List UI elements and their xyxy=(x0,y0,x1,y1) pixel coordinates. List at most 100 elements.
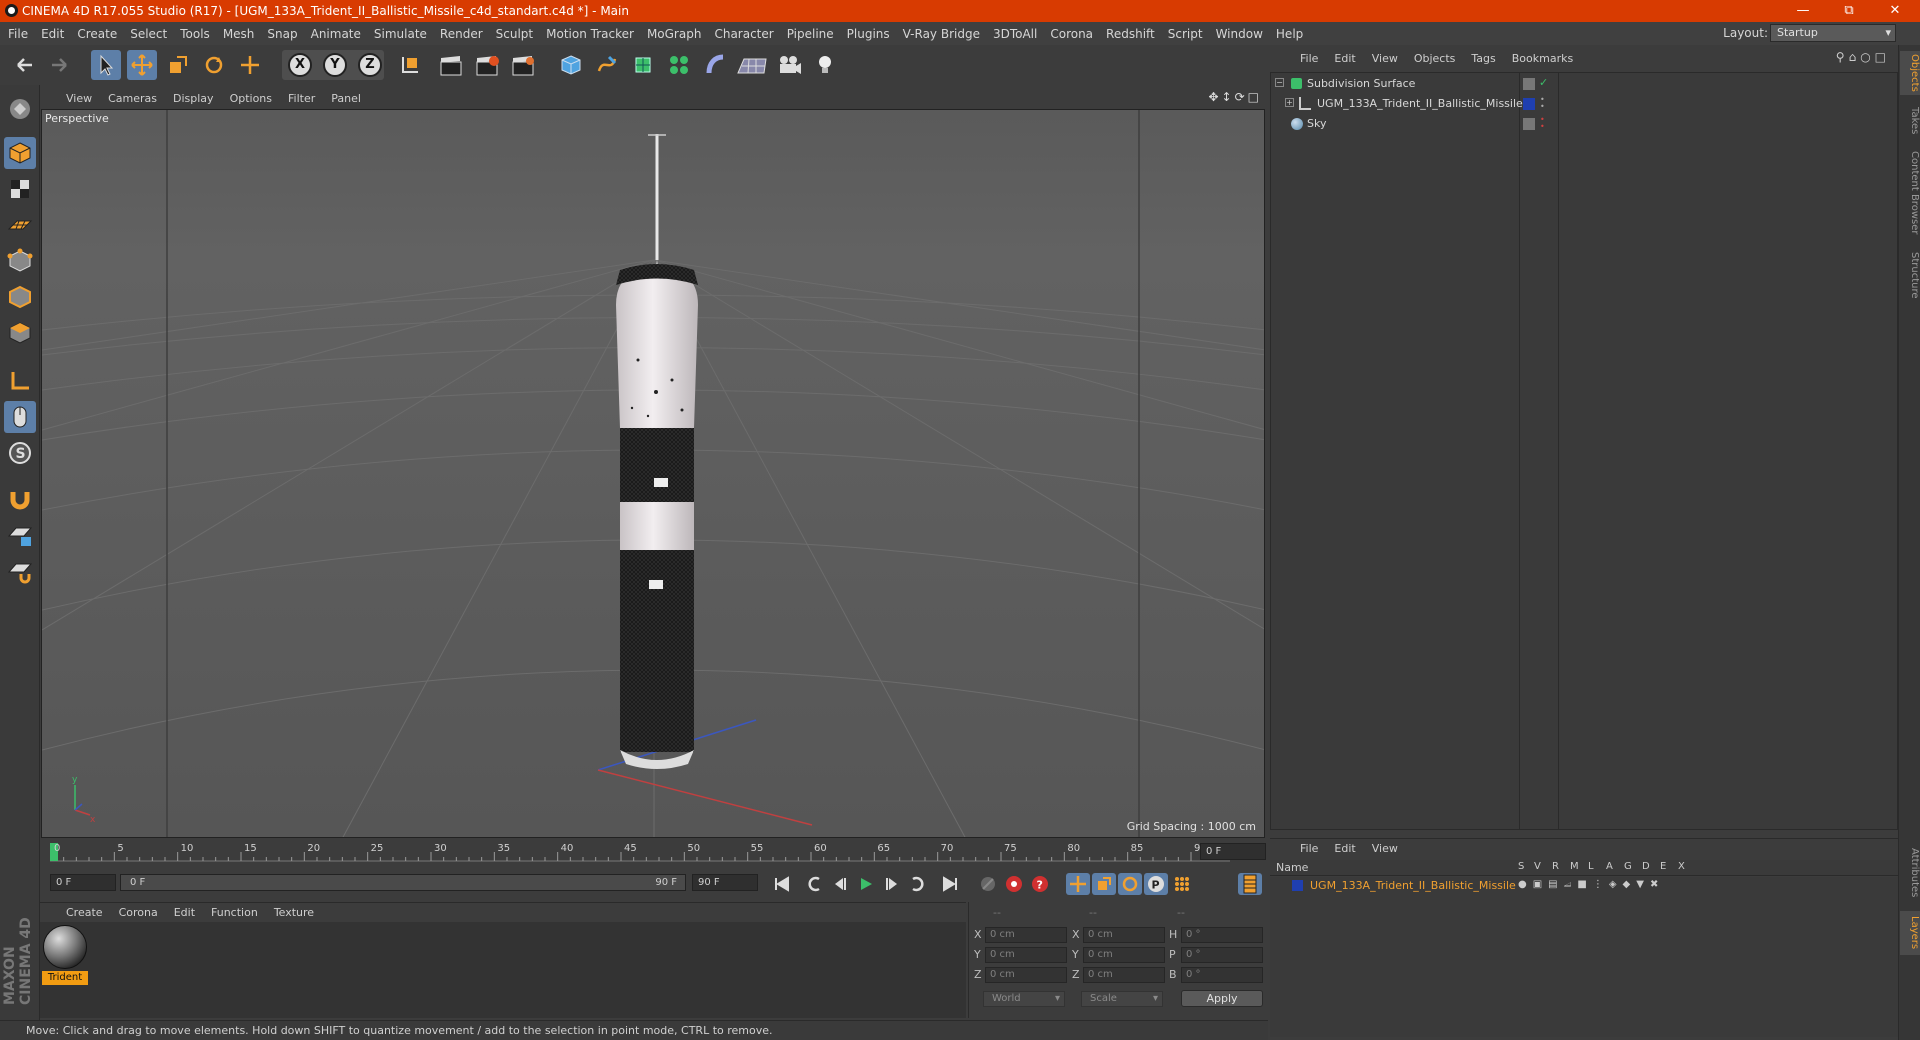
key-scale-button[interactable] xyxy=(1092,873,1116,895)
menu-mograph[interactable]: MoGraph xyxy=(647,27,702,41)
menu-vray-bridge[interactable]: V-Ray Bridge xyxy=(903,27,980,41)
viewport-menu-options[interactable]: Options xyxy=(230,92,272,105)
transform-mode-select[interactable]: Scale ▾ xyxy=(1081,991,1163,1007)
menu-mesh[interactable]: Mesh xyxy=(223,27,255,41)
x-axis-button[interactable]: X xyxy=(285,50,315,80)
menu-tools[interactable]: Tools xyxy=(180,27,210,41)
om-menu-bookmarks[interactable]: Bookmarks xyxy=(1512,52,1573,65)
menu-select[interactable]: Select xyxy=(130,27,167,41)
apply-button[interactable]: Apply xyxy=(1181,990,1263,1007)
locked-workplane-button[interactable] xyxy=(4,519,36,551)
layer-color-swatch[interactable] xyxy=(1523,98,1535,110)
material-menu-edit[interactable]: Edit xyxy=(174,906,195,919)
enabled-check-icon[interactable]: ✓ xyxy=(1539,76,1548,89)
visibility-dots-icon[interactable]: • • xyxy=(1540,96,1545,111)
tab-objects[interactable]: Objects xyxy=(1900,51,1920,95)
go-to-start-button[interactable] xyxy=(770,873,794,895)
texture-mode-button[interactable] xyxy=(4,173,36,205)
menu-script[interactable]: Script xyxy=(1168,27,1203,41)
render-view-button[interactable] xyxy=(436,50,466,80)
expand-icon[interactable]: + xyxy=(1285,98,1294,107)
current-frame-field[interactable]: 0 F xyxy=(1200,843,1266,860)
cloner-button[interactable] xyxy=(664,50,694,80)
material-swatch[interactable]: Trident xyxy=(40,922,92,988)
key-pla-button[interactable] xyxy=(1170,873,1194,895)
close-icon[interactable]: ✕ xyxy=(1872,0,1918,22)
record-button[interactable] xyxy=(1002,873,1026,895)
polygons-mode-button[interactable] xyxy=(4,317,36,349)
collapse-icon[interactable]: − xyxy=(1275,78,1284,87)
frame-range-slider[interactable]: 0 F 90 F xyxy=(120,874,686,891)
pos-y-field[interactable]: 0 cm xyxy=(985,947,1067,963)
y-axis-button[interactable]: Y xyxy=(320,50,350,80)
coordinate-space-select[interactable]: World ▾ xyxy=(983,991,1065,1007)
rot-p-field[interactable]: 0 ° xyxy=(1181,947,1263,963)
key-parameter-button[interactable]: P xyxy=(1144,873,1168,895)
last-tool-button[interactable] xyxy=(235,50,265,80)
tab-attributes[interactable]: Attributes xyxy=(1900,843,1920,903)
subdivision-surface-button[interactable] xyxy=(628,50,658,80)
viewport-menu-view[interactable]: View xyxy=(66,92,92,105)
menu-character[interactable]: Character xyxy=(714,27,773,41)
pos-x-field[interactable]: 0 cm xyxy=(985,927,1067,943)
timeline-ruler[interactable]: 051015202530354045505560657075808590 0 F xyxy=(40,840,1268,863)
menu-redshift[interactable]: Redshift xyxy=(1106,27,1155,41)
previous-key-button[interactable] xyxy=(802,873,826,895)
object-row-subdivision[interactable]: − Subdivision Surface ✓ xyxy=(1271,74,1897,94)
menu-motion-tracker[interactable]: Motion Tracker xyxy=(546,27,634,41)
menu-render[interactable]: Render xyxy=(440,27,483,41)
spline-pen-button[interactable] xyxy=(592,50,622,80)
layer-row[interactable]: UGM_133A_Trident_II_Ballistic_Missile ●▣… xyxy=(1270,877,1896,895)
key-rotation-button[interactable] xyxy=(1118,873,1142,895)
points-mode-button[interactable] xyxy=(4,245,36,277)
pos-z-field[interactable]: 0 cm xyxy=(985,967,1067,983)
tab-takes[interactable]: Takes xyxy=(1900,103,1920,139)
undo-button[interactable] xyxy=(10,50,40,80)
deformer-button[interactable] xyxy=(700,50,730,80)
scale-tool-button[interactable] xyxy=(163,50,193,80)
3d-viewport[interactable]: y x Perspective Grid Spacing : 1000 cm xyxy=(41,109,1265,838)
menu-help[interactable]: Help xyxy=(1276,27,1303,41)
next-key-button[interactable] xyxy=(906,873,930,895)
end-frame-field[interactable]: 90 F xyxy=(692,874,758,891)
material-menu-texture[interactable]: Texture xyxy=(274,906,314,919)
tweak-mode-button[interactable] xyxy=(4,401,36,433)
redo-button[interactable] xyxy=(44,50,74,80)
restore-icon[interactable]: ⧉ xyxy=(1826,0,1872,22)
minimize-icon[interactable]: — xyxy=(1780,0,1826,22)
menu-simulate[interactable]: Simulate xyxy=(374,27,427,41)
rotate-tool-button[interactable] xyxy=(199,50,229,80)
om-menu-edit[interactable]: Edit xyxy=(1334,52,1355,65)
viewport-menu-display[interactable]: Display xyxy=(173,92,214,105)
om-menu-view[interactable]: View xyxy=(1372,52,1398,65)
viewport-menu-cameras[interactable]: Cameras xyxy=(108,92,157,105)
lm-menu-file[interactable]: File xyxy=(1300,842,1318,855)
tab-content-browser[interactable]: Content Browser xyxy=(1900,145,1920,241)
floor-button[interactable] xyxy=(734,50,770,80)
viewport-menu-filter[interactable]: Filter xyxy=(288,92,315,105)
visibility-dots-icon[interactable]: • • xyxy=(1540,116,1545,131)
lm-menu-edit[interactable]: Edit xyxy=(1334,842,1355,855)
menu-3dtoall[interactable]: 3DToAll xyxy=(993,27,1037,41)
autokey-button[interactable]: ? xyxy=(1028,873,1052,895)
material-menu-function[interactable]: Function xyxy=(211,906,258,919)
light-button[interactable] xyxy=(810,50,840,80)
rot-b-field[interactable]: 0 ° xyxy=(1181,967,1263,983)
start-frame-field[interactable]: 0 F xyxy=(50,874,116,891)
menu-snap[interactable]: Snap xyxy=(267,27,297,41)
layer-color-swatch[interactable] xyxy=(1292,880,1303,891)
om-menu-file[interactable]: File xyxy=(1300,52,1318,65)
size-x-field[interactable]: 0 cm xyxy=(1083,927,1165,943)
z-axis-button[interactable]: Z xyxy=(355,50,385,80)
menu-file[interactable]: File xyxy=(8,27,28,41)
axis-mode-button[interactable] xyxy=(4,365,36,397)
camera-button[interactable] xyxy=(774,50,804,80)
planar-workplane-button[interactable] xyxy=(4,555,36,587)
play-button[interactable] xyxy=(854,873,878,895)
next-frame-button[interactable] xyxy=(880,873,904,895)
edges-mode-button[interactable] xyxy=(4,281,36,313)
timeline-window-button[interactable] xyxy=(1238,873,1262,895)
snap-button[interactable] xyxy=(4,483,36,515)
menu-sculpt[interactable]: Sculpt xyxy=(496,27,533,41)
tab-structure[interactable]: Structure xyxy=(1900,247,1920,303)
